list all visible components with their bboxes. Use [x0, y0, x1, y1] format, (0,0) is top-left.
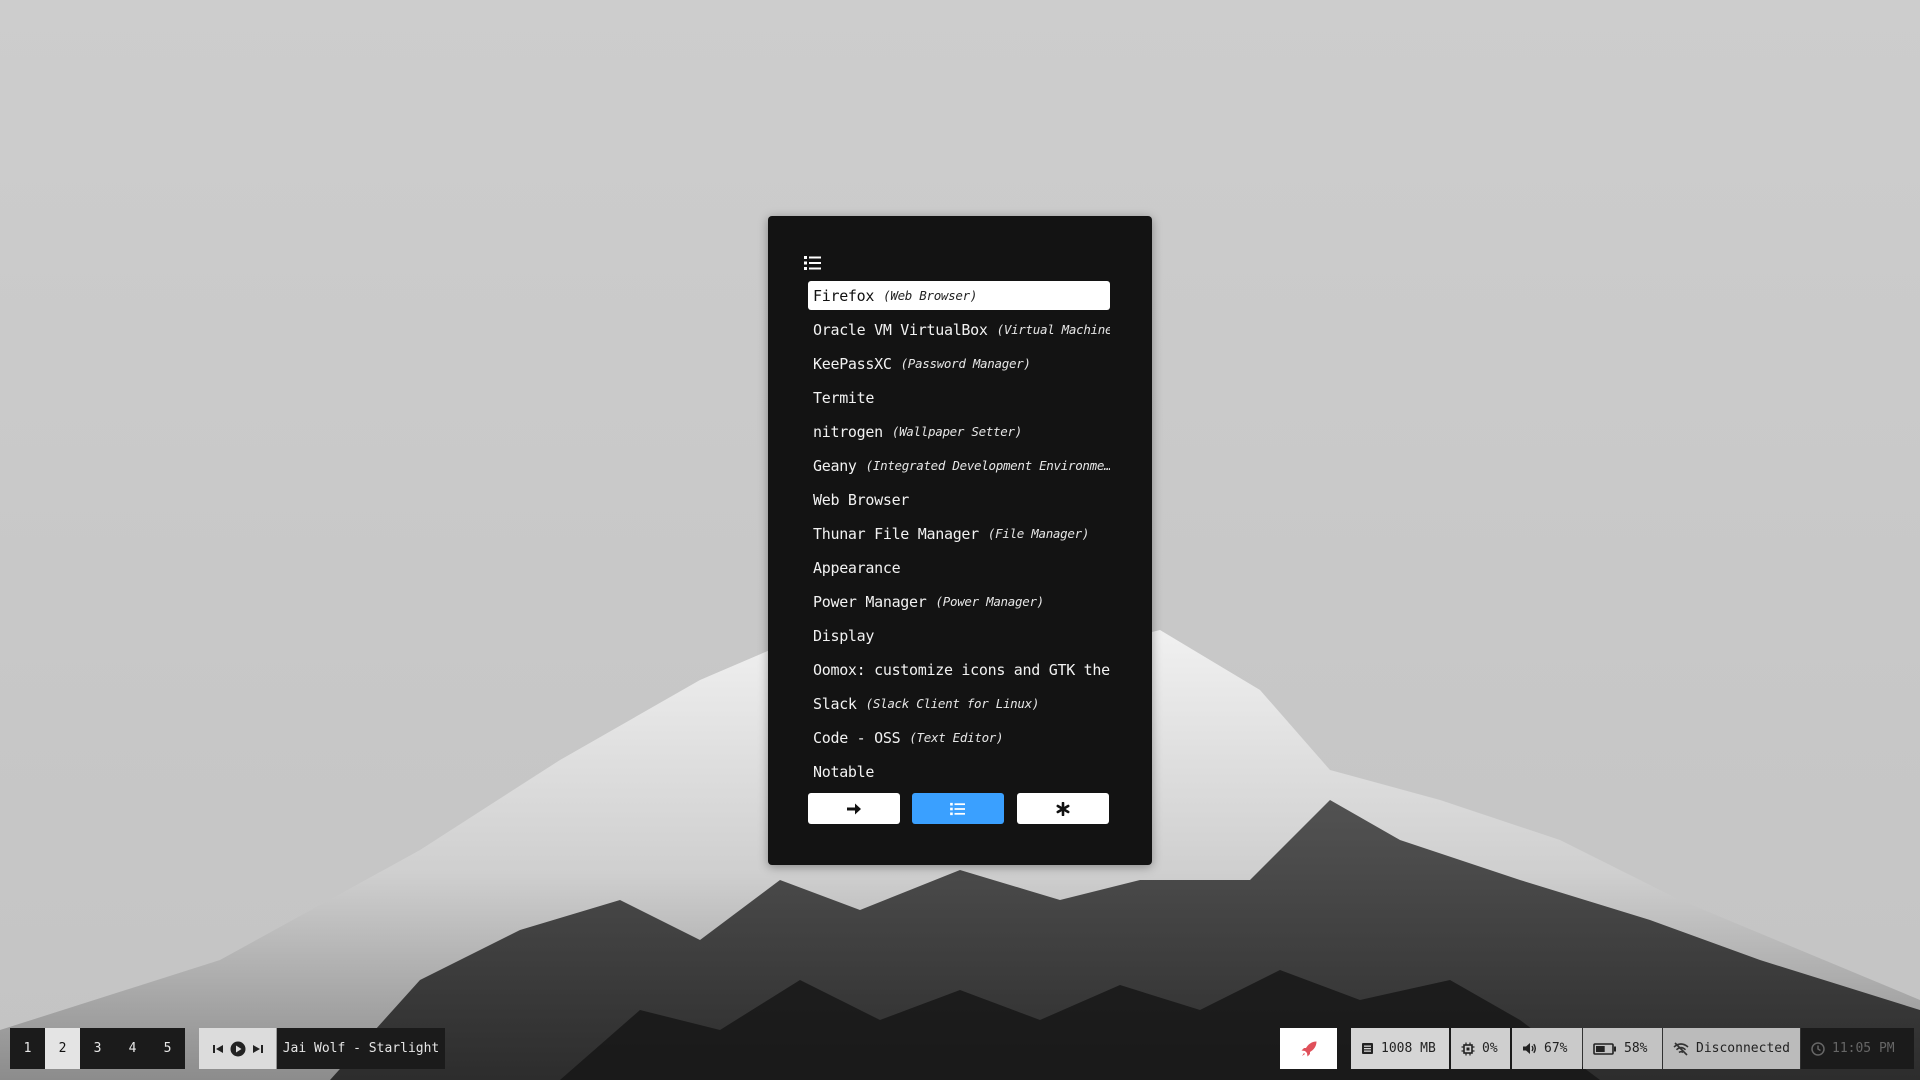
app-name: Slack	[813, 694, 857, 713]
cpu-value: 0%	[1482, 1041, 1498, 1056]
clock-icon	[1811, 1041, 1825, 1056]
battery-fill	[1596, 1045, 1605, 1052]
app-item[interactable]: Oomox: customize icons and GTK them…	[808, 655, 1110, 684]
app-description: (Integrated Development Environme…	[865, 458, 1110, 473]
workspace-switcher: 1 2 3 4 5	[10, 1028, 185, 1069]
clock: 11:05 PM	[1801, 1028, 1914, 1069]
clock-value: 11:05 PM	[1832, 1041, 1895, 1056]
battery-value: 58%	[1624, 1041, 1648, 1056]
volume-value: 67%	[1544, 1041, 1568, 1056]
cpu-usage: 0%	[1451, 1028, 1510, 1069]
app-name: Power Manager	[813, 592, 927, 611]
media-controls	[199, 1028, 276, 1069]
apps-mode-button[interactable]	[912, 793, 1004, 824]
app-description: (Password Manager)	[900, 356, 1031, 371]
memory-icon	[1362, 1043, 1373, 1054]
network-value: Disconnected	[1696, 1041, 1790, 1056]
app-name: Appearance	[813, 558, 901, 577]
app-launcher-button[interactable]	[1280, 1028, 1337, 1069]
memory-usage: 1008 MB	[1351, 1028, 1449, 1069]
app-item[interactable]: Web Browser	[808, 485, 1110, 514]
app-name: Code - OSS	[813, 728, 901, 747]
run-mode-button[interactable]	[808, 793, 900, 824]
app-item[interactable]: Geany (Integrated Development Environme…	[808, 451, 1110, 480]
app-item[interactable]: Termite	[808, 383, 1110, 412]
app-description: (Virtual Machine)	[996, 322, 1110, 337]
workspace-5[interactable]: 5	[150, 1028, 185, 1069]
app-item[interactable]: Firefox (Web Browser)	[808, 281, 1110, 310]
app-description: (Web Browser)	[883, 288, 978, 303]
app-item[interactable]: Code - OSS (Text Editor)	[808, 723, 1110, 752]
app-description: (Text Editor)	[909, 730, 1004, 745]
asterisk-icon	[1056, 801, 1070, 816]
app-name: Termite	[813, 388, 875, 407]
volume-control[interactable]: 67%	[1512, 1028, 1582, 1069]
list-icon	[804, 256, 821, 270]
app-description: (Power Manager)	[935, 594, 1045, 609]
app-name: Notable	[813, 762, 875, 781]
app-item[interactable]: Power Manager (Power Manager)	[808, 587, 1110, 616]
now-playing-label: Jai Wolf - Starlight	[282, 1041, 440, 1056]
app-description: (File Manager)	[987, 526, 1090, 541]
workspace-2[interactable]: 2	[45, 1028, 80, 1069]
battery-status: 58%	[1583, 1028, 1662, 1069]
app-item[interactable]: KeePassXC (Password Manager)	[808, 349, 1110, 378]
play-icon[interactable]	[230, 1041, 246, 1057]
app-item[interactable]: Oracle VM VirtualBox (Virtual Machine)	[808, 315, 1110, 344]
app-item[interactable]: Slack (Slack Client for Linux)	[808, 689, 1110, 718]
now-playing[interactable]: Jai Wolf - Starlight	[277, 1028, 445, 1069]
app-description: (Wallpaper Setter)	[891, 424, 1022, 439]
battery-icon	[1593, 1042, 1616, 1055]
app-name: Oomox: customize icons and GTK them…	[813, 660, 1110, 679]
app-name: Display	[813, 626, 875, 645]
app-name: nitrogen	[813, 422, 883, 441]
list-icon	[950, 802, 965, 815]
wifi-off-icon	[1673, 1041, 1689, 1056]
network-status[interactable]: Disconnected	[1663, 1028, 1800, 1069]
workspace-4[interactable]: 4	[115, 1028, 150, 1069]
workspace-1[interactable]: 1	[10, 1028, 45, 1069]
app-name: Oracle VM VirtualBox	[813, 320, 988, 339]
window-mode-button[interactable]	[1017, 793, 1109, 824]
app-name: Geany	[813, 456, 857, 475]
app-name: Firefox	[813, 286, 875, 305]
app-item[interactable]: Display	[808, 621, 1110, 650]
app-name: Web Browser	[813, 490, 910, 509]
skip-forward-icon[interactable]	[252, 1043, 264, 1055]
app-list: Firefox (Web Browser) Oracle VM VirtualBo…	[808, 281, 1110, 791]
app-description: (Slack Client for Linux)	[865, 696, 1040, 711]
app-item[interactable]: Thunar File Manager (File Manager)	[808, 519, 1110, 548]
skip-back-icon[interactable]	[212, 1043, 224, 1055]
rocket-icon	[1301, 1041, 1316, 1056]
workspace-3[interactable]: 3	[80, 1028, 115, 1069]
app-item[interactable]: Notable	[808, 757, 1110, 786]
app-launcher: Firefox (Web Browser) Oracle VM VirtualBo…	[768, 216, 1152, 865]
arrow-right-icon	[847, 803, 861, 814]
app-name: KeePassXC	[813, 354, 892, 373]
volume-icon	[1523, 1043, 1536, 1054]
app-item[interactable]: Appearance	[808, 553, 1110, 582]
app-name: Thunar File Manager	[813, 524, 979, 543]
cpu-icon	[1461, 1042, 1475, 1055]
app-item[interactable]: nitrogen (Wallpaper Setter)	[808, 417, 1110, 446]
memory-value: 1008 MB	[1381, 1041, 1436, 1056]
